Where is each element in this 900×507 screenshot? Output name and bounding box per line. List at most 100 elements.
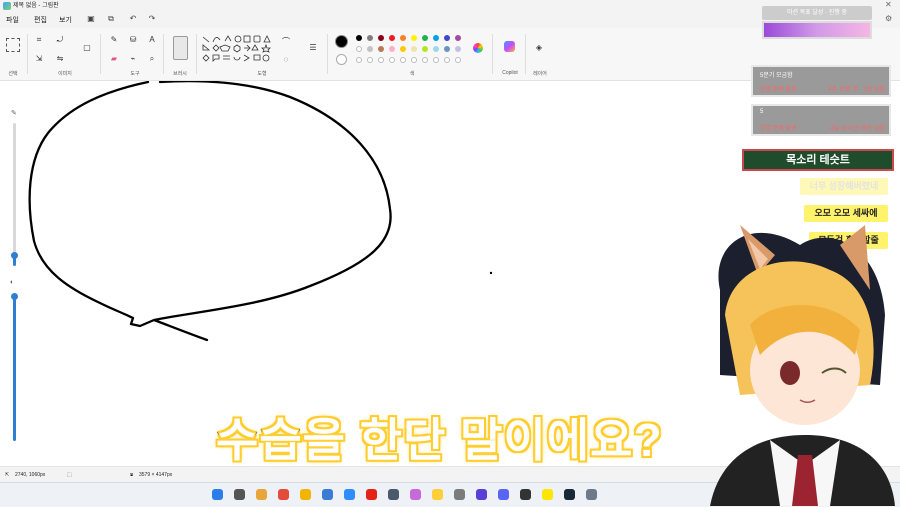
group-label-brushes: 브러시 <box>173 71 187 77</box>
store-icon[interactable] <box>322 489 333 500</box>
share-icon[interactable]: ⧉ <box>106 14 116 25</box>
card-timer: 4주 10분 후 · 1회 남음 <box>828 87 885 93</box>
undo-icon[interactable]: ↶ <box>128 14 138 25</box>
flip-icon[interactable]: ⇋ <box>54 53 66 65</box>
custom-color-slot[interactable] <box>422 57 428 63</box>
image-properties-icon[interactable]: ▢ <box>81 42 93 54</box>
copilot-icon[interactable] <box>504 41 515 52</box>
custom-color-slot[interactable] <box>367 57 373 63</box>
custom-color-slot[interactable] <box>455 57 461 63</box>
youtube-icon[interactable] <box>366 489 377 500</box>
fill-icon[interactable]: ⛁ <box>127 34 139 46</box>
notes-icon[interactable] <box>432 489 443 500</box>
divider <box>100 34 101 74</box>
color-swatch[interactable] <box>444 46 450 52</box>
size-icon[interactable]: ☰ <box>307 42 319 54</box>
folder-icon[interactable] <box>300 489 311 500</box>
primary-color-swatch[interactable] <box>335 35 348 48</box>
color-swatch[interactable] <box>389 46 395 52</box>
divider <box>196 34 197 74</box>
custom-color-slot[interactable] <box>411 57 417 63</box>
shape-fill-icon[interactable]: ◌ <box>280 54 292 66</box>
obs-icon[interactable] <box>520 489 531 500</box>
selection-icon: ⬚ <box>67 472 72 478</box>
resize-icon[interactable]: ⇲ <box>33 53 45 65</box>
files-icon[interactable] <box>256 489 267 500</box>
shapes-gallery[interactable] <box>201 34 275 66</box>
color-swatch[interactable] <box>378 46 384 52</box>
redo-icon[interactable]: ↷ <box>147 14 157 25</box>
vscode-icon[interactable] <box>476 489 487 500</box>
color-swatch[interactable] <box>400 46 406 52</box>
custom-color-slot[interactable] <box>378 57 384 63</box>
crop-icon[interactable]: ⌗ <box>33 34 45 46</box>
calc-icon[interactable] <box>388 489 399 500</box>
windows-icon[interactable] <box>212 489 223 500</box>
brush-size-knob[interactable] <box>11 252 18 259</box>
custom-color-slot[interactable] <box>389 57 395 63</box>
secondary-color-swatch[interactable] <box>336 54 347 65</box>
subtitle-caption: 수습을 한단 말이에요? <box>215 413 664 468</box>
color-swatch[interactable] <box>422 46 428 52</box>
group-label-layers: 레이어 <box>533 71 547 77</box>
color-swatch[interactable] <box>422 35 428 41</box>
color-swatch[interactable] <box>367 46 373 52</box>
custom-color-slot[interactable] <box>433 57 439 63</box>
card-status: 연결 문제 발생 <box>760 126 797 132</box>
custom-color-slot[interactable] <box>356 57 362 63</box>
opacity-icon: ◐ <box>10 279 15 286</box>
edit-colors-icon[interactable] <box>473 43 483 53</box>
mail-icon[interactable] <box>344 489 355 500</box>
opacity-knob[interactable] <box>11 293 18 300</box>
paint-app-icon <box>3 2 11 10</box>
divider <box>327 34 328 74</box>
close-icon[interactable]: ✕ <box>885 0 892 9</box>
color-swatch[interactable] <box>378 35 384 41</box>
custom-color-slot[interactable] <box>400 57 406 63</box>
kakao-icon[interactable] <box>542 489 553 500</box>
rotate-icon[interactable]: ⤾ <box>54 34 66 46</box>
steam-icon[interactable] <box>564 489 575 500</box>
menu-view[interactable]: 보기 <box>59 15 72 25</box>
color-swatch[interactable] <box>367 35 373 41</box>
settings-icon[interactable] <box>586 489 597 500</box>
color-swatch[interactable] <box>356 35 362 41</box>
layers-icon[interactable]: ◈ <box>533 42 545 54</box>
settings-icon[interactable]: ⚙ <box>885 14 892 23</box>
select-icon[interactable] <box>6 38 20 52</box>
eraser-icon[interactable]: ▰ <box>108 53 120 65</box>
donation-card: 5 연결 문제 발생 4일 10시간 35분 남음 <box>751 104 891 136</box>
chrome-icon[interactable] <box>278 489 289 500</box>
color-swatch[interactable] <box>389 35 395 41</box>
save-icon[interactable]: ▣ <box>86 14 96 25</box>
opacity-slider[interactable] <box>13 295 16 441</box>
color-swatch[interactable] <box>433 46 439 52</box>
brush-size-slider[interactable] <box>13 123 16 259</box>
outline-icon[interactable]: ⌒ <box>280 36 292 48</box>
divider <box>525 34 526 74</box>
color-palette <box>356 35 468 71</box>
color-swatch[interactable] <box>400 35 406 41</box>
zoom-icon[interactable]: ⌕ <box>146 53 158 65</box>
music-icon[interactable] <box>454 489 465 500</box>
discord-icon[interactable] <box>498 489 509 500</box>
photos-icon[interactable] <box>410 489 421 500</box>
menu-file[interactable]: 파일 <box>6 15 19 25</box>
brush-icon[interactable] <box>173 36 188 60</box>
color-swatch[interactable] <box>411 46 417 52</box>
pencil-icon[interactable]: ✎ <box>108 34 120 46</box>
picker-icon[interactable]: ⌁ <box>127 53 139 65</box>
color-swatch[interactable] <box>411 35 417 41</box>
chat-bubble: 너무 성장해버렸네 <box>800 178 888 195</box>
color-swatch[interactable] <box>455 35 461 41</box>
color-swatch[interactable] <box>444 35 450 41</box>
cursor-position: 2740, 1060px <box>15 472 46 478</box>
color-swatch[interactable] <box>433 35 439 41</box>
color-swatch[interactable] <box>455 46 461 52</box>
color-swatch[interactable] <box>356 46 362 52</box>
taskbar-apps <box>212 483 682 507</box>
custom-color-slot[interactable] <box>444 57 450 63</box>
menu-edit[interactable]: 편집 <box>34 15 47 25</box>
text-icon[interactable]: A <box>146 34 158 46</box>
search-icon[interactable] <box>234 489 245 500</box>
